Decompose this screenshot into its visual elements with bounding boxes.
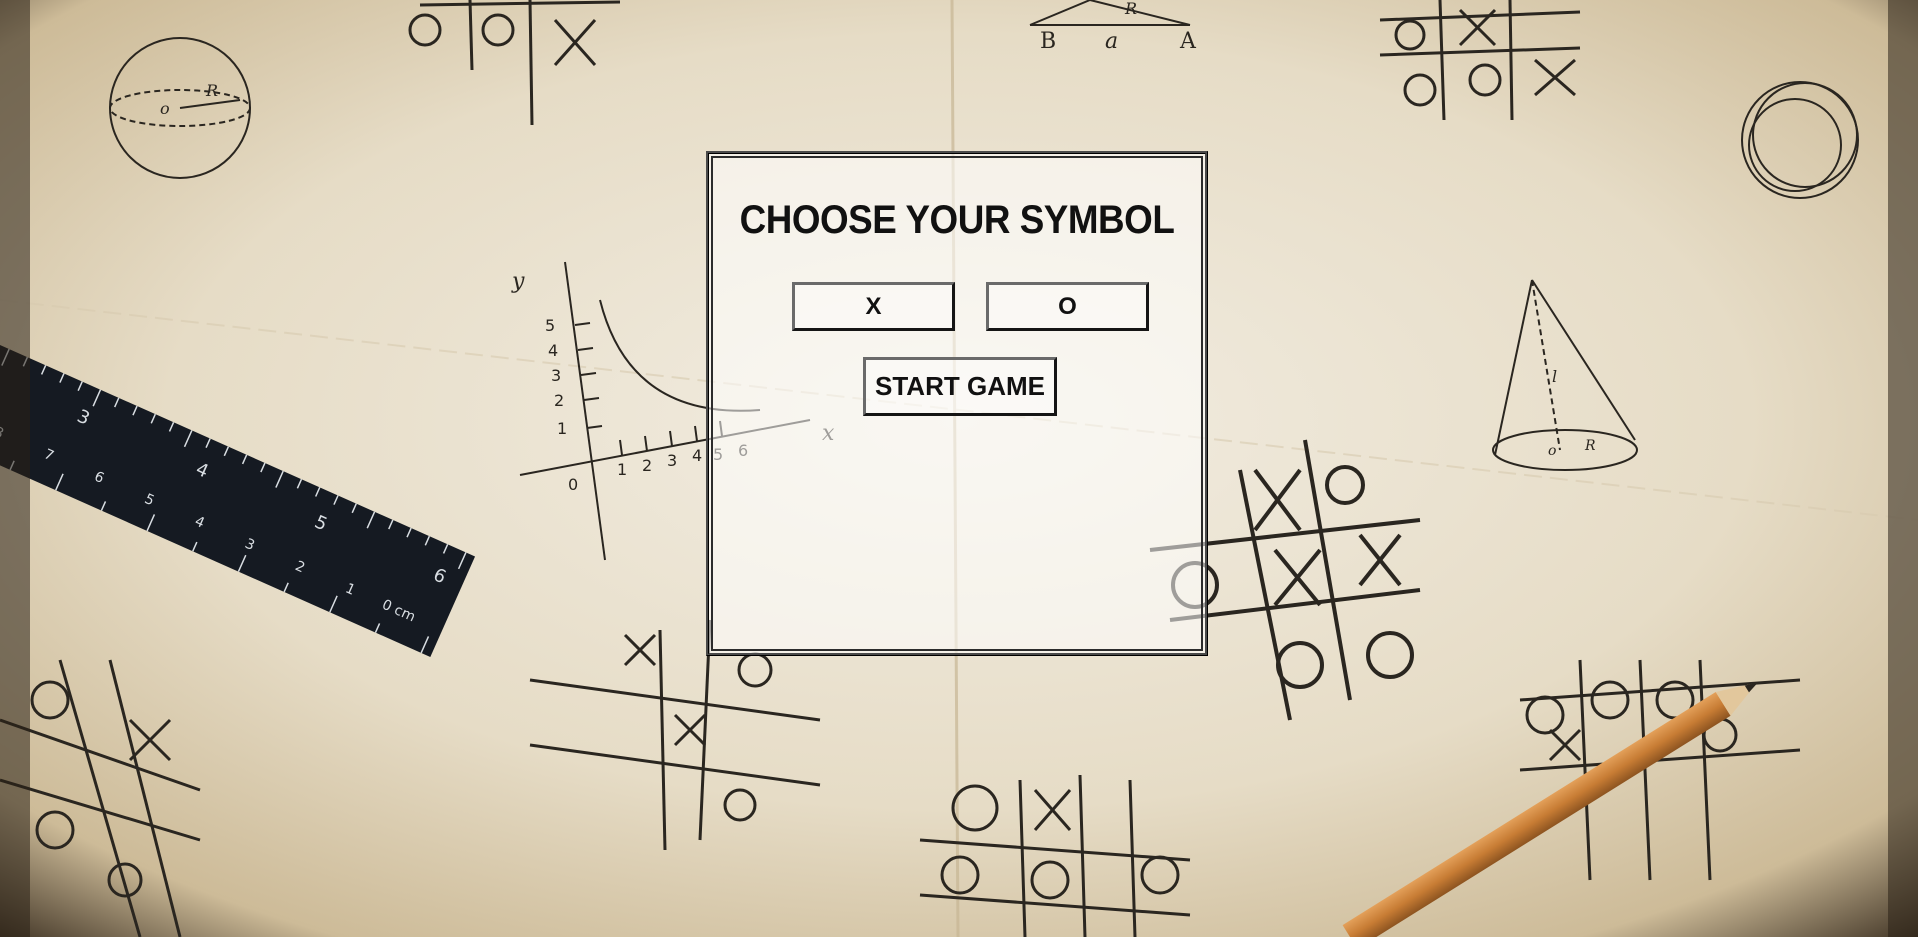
graph-y-tick-5: 5	[545, 316, 555, 335]
graph-y-tick-3: 3	[551, 366, 561, 385]
symbol-selection-dialog: CHOOSE YOUR SYMBOL X O START GAME	[706, 151, 1208, 656]
graph-x-tick-2: 2	[642, 456, 652, 475]
cone-label-o: o	[1548, 443, 1556, 459]
choose-o-button[interactable]: O	[986, 282, 1149, 331]
cone-label-l: l	[1552, 367, 1557, 386]
dialog-title: CHOOSE YOUR SYMBOL	[739, 198, 1175, 242]
triangle-label-a: a	[1105, 29, 1118, 54]
triangle-label-r: R	[1124, 0, 1137, 18]
burnt-edge-right	[1888, 0, 1918, 937]
graph-x-tick-0: 0	[568, 475, 578, 494]
triangle-label-big-a: A	[1179, 29, 1197, 54]
burnt-edge-left	[0, 0, 30, 937]
cone-label-r: R	[1584, 438, 1596, 454]
start-game-button[interactable]: START GAME	[863, 357, 1057, 416]
graph-y-tick-2: 2	[554, 391, 564, 410]
triangle-label-b: B	[1040, 29, 1056, 54]
sphere-label-o: o	[160, 99, 170, 118]
graph-x-tick-4: 4	[692, 446, 702, 465]
graph-label-y: y	[511, 269, 525, 294]
choose-x-button[interactable]: X	[792, 282, 955, 331]
graph-y-tick-1: 1	[557, 419, 567, 438]
graph-x-tick-1: 1	[617, 460, 627, 479]
graph-x-tick-3: 3	[667, 451, 677, 470]
sphere-label-r: R	[205, 81, 218, 100]
graph-y-tick-4: 4	[548, 341, 558, 360]
